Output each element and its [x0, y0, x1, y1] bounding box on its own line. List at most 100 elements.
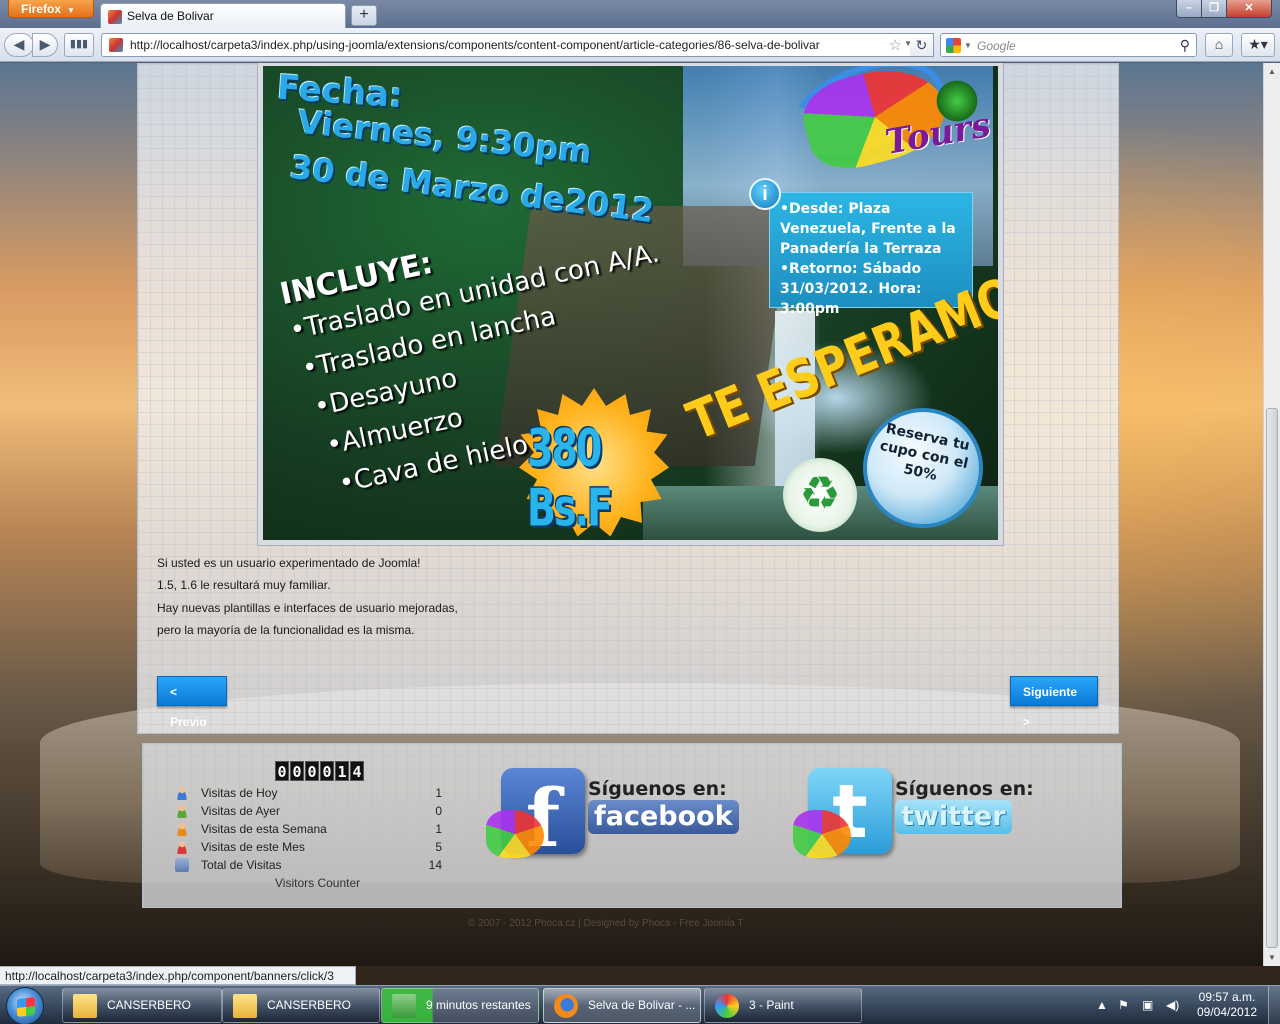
arrow-left-icon: ◀: [13, 36, 25, 52]
taskbar-label: Selva de Bolivar - ...: [588, 998, 696, 1012]
counter-digit: 0: [305, 761, 319, 781]
address-bar[interactable]: http://localhost/carpeta3/index.php/usin…: [101, 33, 933, 57]
previous-button[interactable]: < Previo: [157, 676, 227, 729]
url-text: http://localhost/carpeta3/index.php/usin…: [130, 38, 820, 52]
twitter-wordmark: twitter: [895, 800, 1012, 834]
poster-price: 380 Bs.F: [527, 418, 613, 538]
close-icon: ✕: [1244, 2, 1254, 14]
folder-icon: [73, 994, 97, 1018]
windows-taskbar: CANSERBERO CANSERBERO 9 minutos restante…: [0, 985, 1280, 1024]
volume-icon[interactable]: ◀): [1166, 998, 1179, 1012]
browser-titlebar: Firefox ▼ Selva de Bolivar + – ❐ ✕: [0, 0, 1280, 28]
article-line: 1.5, 1.6 le resultará muy familiar.: [157, 578, 331, 593]
taskbar-item-copy-progress[interactable]: 9 minutos restantes: [381, 988, 539, 1023]
reload-icon: ↻: [915, 37, 928, 53]
scroll-down-icon[interactable]: ▼: [1264, 949, 1280, 966]
google-icon[interactable]: [946, 38, 961, 53]
stat-row-ayer: Visitas de Ayer 0: [173, 803, 448, 821]
footer-copyright[interactable]: © 2007 - 2012 Phoca.cz | Designed by Pho…: [468, 918, 743, 929]
facebook-wordmark: facebook: [588, 800, 739, 834]
close-window-button[interactable]: ✕: [1226, 0, 1272, 18]
next-button[interactable]: Siguiente >: [1010, 676, 1098, 729]
stat-value: 5: [435, 840, 442, 854]
action-center-flag-icon[interactable]: ⚑: [1118, 998, 1129, 1012]
navigation-toolbar: ◀ ▶ ▮▮▮ http://localhost/carpeta3/index.…: [0, 28, 1280, 62]
twitter-banner[interactable]: t Síguenos en: twitter: [793, 766, 1043, 866]
tours-badge-icon: [486, 810, 544, 858]
stat-row-semana: Visitas de esta Semana 1: [173, 821, 448, 839]
taskbar-item-paint[interactable]: 3 - Paint: [704, 988, 862, 1023]
taskbar-clock[interactable]: 09:57 a.m. 09/04/2012: [1192, 990, 1262, 1020]
taskbar-label: 3 - Paint: [749, 998, 794, 1012]
bookmarks-star-icon: ★▾: [1248, 36, 1268, 52]
back-button[interactable]: ◀: [4, 33, 34, 57]
tours-logo: Tours: [775, 66, 995, 181]
taskbar-item-canserbero-2[interactable]: CANSERBERO: [222, 988, 380, 1023]
bookmark-star-icon[interactable]: ☆: [889, 36, 902, 54]
arrow-right-icon: ▶: [39, 36, 51, 52]
counter-digit: 0: [290, 761, 304, 781]
visitor-counter-digits: 0 0 0 0 1 4: [275, 761, 364, 781]
firefox-menu-button[interactable]: Firefox ▼: [8, 0, 94, 18]
restore-button[interactable]: ❐: [1201, 0, 1227, 18]
network-icon[interactable]: ▣: [1142, 998, 1153, 1012]
forward-button[interactable]: ▶: [32, 33, 58, 57]
system-tray: ▲ ⚑ ▣ ◀): [1088, 986, 1188, 1024]
twitter-follow-label: Síguenos en:: [895, 778, 1034, 800]
article-line: Hay nuevas plantillas e interfaces de us…: [157, 600, 458, 615]
visitors-counter-link[interactable]: Visitors Counter: [275, 876, 360, 890]
history-button[interactable]: ▮▮▮: [64, 33, 94, 57]
search-input[interactable]: ▼ Google ⚲: [940, 33, 1197, 57]
folder-icon: [233, 994, 257, 1018]
taskbar-label: 9 minutos restantes: [426, 998, 531, 1012]
bookmarks-button[interactable]: ★▾: [1241, 33, 1275, 57]
status-bar-link-preview: http://localhost/carpeta3/index.php/comp…: [0, 966, 356, 985]
counter-digit: 0: [275, 761, 289, 781]
taskbar-item-firefox[interactable]: Selva de Bolivar - ...: [543, 988, 701, 1023]
facebook-banner[interactable]: f Síguenos en: facebook: [486, 766, 739, 866]
stat-row-mes: Visitas de este Mes 5: [173, 839, 448, 857]
windows-logo-icon: [17, 997, 35, 1017]
site-identity-icon: [109, 38, 123, 52]
tray-expand-icon[interactable]: ▲: [1096, 998, 1108, 1012]
user-icon: [175, 840, 189, 854]
footer-module-panel: 0 0 0 0 1 4 Visitas de Hoy 1 Visitas de …: [142, 743, 1122, 908]
article-line: pero la mayoría de la funcionalidad es l…: [157, 622, 415, 637]
search-engine-dropdown-icon[interactable]: ▼: [964, 41, 972, 50]
start-button[interactable]: [6, 987, 44, 1024]
taskbar-item-canserbero-1[interactable]: CANSERBERO: [62, 988, 222, 1023]
stat-value: 1: [435, 786, 442, 800]
poster-frame: Fecha: Viernes, 9:30pm 30 de Marzo de201…: [257, 63, 1004, 546]
counter-digit: 0: [320, 761, 334, 781]
firefox-icon: [554, 994, 578, 1018]
user-icon: [175, 822, 189, 836]
facebook-follow-label: Síguenos en:: [588, 778, 727, 800]
event-poster[interactable]: Fecha: Viernes, 9:30pm 30 de Marzo de201…: [263, 66, 998, 540]
vertical-scrollbar[interactable]: ▲ ▼: [1263, 63, 1280, 966]
paint-palette-icon: [715, 994, 739, 1018]
home-button[interactable]: ⌂: [1205, 33, 1233, 57]
new-tab-button[interactable]: +: [351, 5, 377, 26]
reload-button[interactable]: ↻: [910, 33, 934, 57]
clock-date: 09/04/2012: [1196, 1005, 1258, 1019]
scrollbar-thumb[interactable]: [1266, 408, 1278, 948]
stat-label: Visitas de Ayer: [201, 804, 280, 818]
tab-selva-de-bolivar[interactable]: Selva de Bolivar: [100, 3, 346, 28]
bar-chart-icon: ▮▮▮: [69, 38, 89, 50]
stat-row-hoy: Visitas de Hoy 1: [173, 785, 448, 803]
minimize-button[interactable]: –: [1176, 0, 1202, 18]
home-icon: ⌂: [1214, 36, 1224, 52]
taskbar-label: CANSERBERO: [267, 998, 352, 1012]
stat-label: Total de Visitas: [201, 858, 282, 872]
show-desktop-button[interactable]: [1268, 986, 1280, 1024]
firefox-menu-label: Firefox: [21, 2, 62, 16]
scroll-up-icon[interactable]: ▲: [1264, 63, 1280, 80]
search-placeholder: Google: [977, 39, 1016, 53]
file-copy-icon: [392, 994, 416, 1018]
stat-value: 14: [428, 858, 442, 872]
counter-digit: 1: [335, 761, 349, 781]
search-icon[interactable]: ⚲: [1180, 37, 1190, 54]
plus-icon: +: [359, 6, 369, 23]
poster-info-desde: •Desde: Plaza Venezuela, Frente a la Pan…: [780, 201, 956, 257]
stat-value: 1: [435, 822, 442, 836]
